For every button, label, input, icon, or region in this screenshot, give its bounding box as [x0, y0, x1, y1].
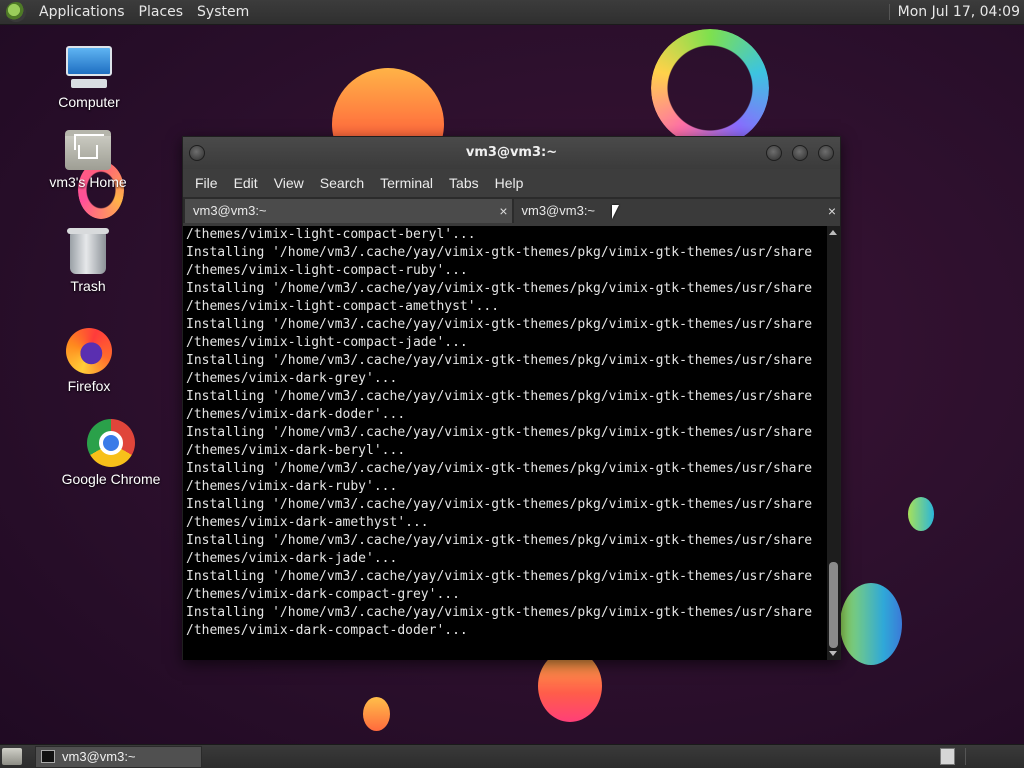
wallpaper-blue-blob — [840, 583, 902, 665]
terminal-line: /themes/vimix-light-compact-ruby'... — [186, 263, 468, 278]
wallpaper-orange-blob-bottom — [538, 650, 602, 722]
menu-terminal[interactable]: Terminal — [372, 175, 441, 191]
terminal-line: /themes/vimix-dark-amethyst'... — [186, 515, 429, 530]
menu-places[interactable]: Places — [132, 4, 191, 20]
terminal-line: /themes/vimix-dark-jade'... — [186, 551, 398, 566]
tab-label: vm3@vm3:~ — [521, 203, 596, 218]
firefox-icon — [66, 328, 112, 374]
workspace-switcher[interactable] — [940, 748, 955, 765]
terminal-line: /themes/vimix-dark-doder'... — [186, 407, 406, 422]
mouse-pointer-icon — [612, 205, 619, 219]
wallpaper-green-blob — [908, 497, 934, 531]
clock[interactable]: Mon Jul 17, 04:09 — [888, 4, 1020, 20]
bottom-panel: vm3@vm3:~ — [0, 744, 1024, 768]
tab-close-icon[interactable]: × — [499, 199, 507, 223]
terminal-line: Installing '/home/vm3/.cache/yay/vimix-g… — [186, 281, 813, 296]
menu-file[interactable]: File — [187, 175, 226, 191]
terminal-line: /themes/vimix-dark-ruby'... — [186, 479, 398, 494]
terminal-window: vm3@vm3:~ File Edit View Search Terminal… — [182, 136, 841, 660]
taskbar-label: vm3@vm3:~ — [62, 749, 136, 764]
terminal-line: Installing '/home/vm3/.cache/yay/vimix-g… — [186, 533, 813, 548]
desktop-icon-label: Firefox — [67, 378, 111, 394]
scroll-up-arrow-icon[interactable] — [829, 230, 837, 235]
mate-logo-icon[interactable] — [6, 2, 26, 22]
home-folder-icon — [65, 130, 111, 170]
terminal-line: Installing '/home/vm3/.cache/yay/vimix-g… — [186, 353, 813, 368]
terminal-line: /themes/vimix-light-compact-jade'... — [186, 335, 468, 350]
tab-1[interactable]: vm3@vm3:~ × — [185, 199, 512, 223]
menu-applications[interactable]: Applications — [32, 4, 132, 20]
terminal-line: /themes/vimix-dark-compact-doder'... — [186, 623, 468, 638]
terminal-line: Installing '/home/vm3/.cache/yay/vimix-g… — [186, 461, 813, 476]
desktop-icon-label: Computer — [58, 94, 120, 110]
terminal-menubar: File Edit View Search Terminal Tabs Help — [183, 169, 840, 197]
terminal-tabs: vm3@vm3:~ × vm3@vm3:~ × — [183, 197, 840, 223]
scrollbar-thumb[interactable] — [829, 562, 838, 648]
close-button[interactable] — [818, 145, 834, 161]
terminal-line: /themes/vimix-light-compact-beryl'... — [186, 227, 476, 242]
desktop-icon-label: Google Chrome — [61, 471, 161, 487]
terminal-line: Installing '/home/vm3/.cache/yay/vimix-g… — [186, 245, 813, 260]
chrome-icon — [87, 419, 135, 467]
desktop-icon-home[interactable]: vm3's Home — [33, 130, 143, 190]
terminal-output[interactable]: /themes/vimix-light-compact-beryl'... Ins… — [183, 226, 828, 660]
desktop-icon-computer[interactable]: Computer — [34, 46, 144, 110]
terminal-line: Installing '/home/vm3/.cache/yay/vimix-g… — [186, 569, 813, 584]
terminal-scrollbar[interactable] — [827, 226, 840, 660]
terminal-line: /themes/vimix-light-compact-amethyst'... — [186, 299, 500, 314]
menu-tabs[interactable]: Tabs — [441, 175, 487, 191]
terminal-line: /themes/vimix-dark-beryl'... — [186, 443, 406, 458]
menu-edit[interactable]: Edit — [226, 175, 266, 191]
terminal-icon — [41, 750, 55, 763]
terminal-line: Installing '/home/vm3/.cache/yay/vimix-g… — [186, 425, 813, 440]
terminal-line: Installing '/home/vm3/.cache/yay/vimix-g… — [186, 605, 813, 620]
tab-2[interactable]: vm3@vm3:~ × — [513, 199, 840, 223]
menu-search[interactable]: Search — [312, 175, 372, 191]
terminal-line: Installing '/home/vm3/.cache/yay/vimix-g… — [186, 389, 813, 404]
computer-icon — [65, 46, 113, 90]
menu-system[interactable]: System — [190, 4, 256, 20]
desktop-icon-label: vm3's Home — [49, 174, 127, 190]
window-titlebar[interactable]: vm3@vm3:~ — [183, 137, 840, 169]
tab-label: vm3@vm3:~ — [193, 203, 267, 218]
terminal-line: Installing '/home/vm3/.cache/yay/vimix-g… — [186, 317, 813, 332]
trash-icon — [67, 228, 109, 274]
desktop-icon-chrome[interactable]: Google Chrome — [56, 419, 166, 487]
panel-separator — [965, 748, 966, 765]
window-menu-button[interactable] — [189, 145, 205, 161]
desktop-icon-label: Trash — [70, 278, 106, 294]
tab-close-icon[interactable]: × — [828, 199, 836, 223]
terminal-line: /themes/vimix-dark-grey'... — [186, 371, 398, 386]
menu-view[interactable]: View — [266, 175, 312, 191]
maximize-button[interactable] — [792, 145, 808, 161]
terminal-line: /themes/vimix-dark-compact-grey'... — [186, 587, 460, 602]
desktop-icon-firefox[interactable]: Firefox — [34, 328, 144, 394]
scroll-down-arrow-icon[interactable] — [829, 651, 837, 656]
show-desktop-icon[interactable] — [2, 748, 22, 765]
top-panel: Applications Places System Mon Jul 17, 0… — [0, 0, 1024, 25]
desktop-icon-trash[interactable]: Trash — [33, 228, 143, 294]
wallpaper-rainbow-ring — [651, 29, 769, 147]
wallpaper-orange-drop — [363, 697, 390, 731]
taskbar-terminal-button[interactable]: vm3@vm3:~ — [35, 746, 202, 768]
terminal-line: Installing '/home/vm3/.cache/yay/vimix-g… — [186, 497, 813, 512]
window-title: vm3@vm3:~ — [465, 145, 558, 160]
minimize-button[interactable] — [766, 145, 782, 161]
menu-help[interactable]: Help — [487, 175, 532, 191]
